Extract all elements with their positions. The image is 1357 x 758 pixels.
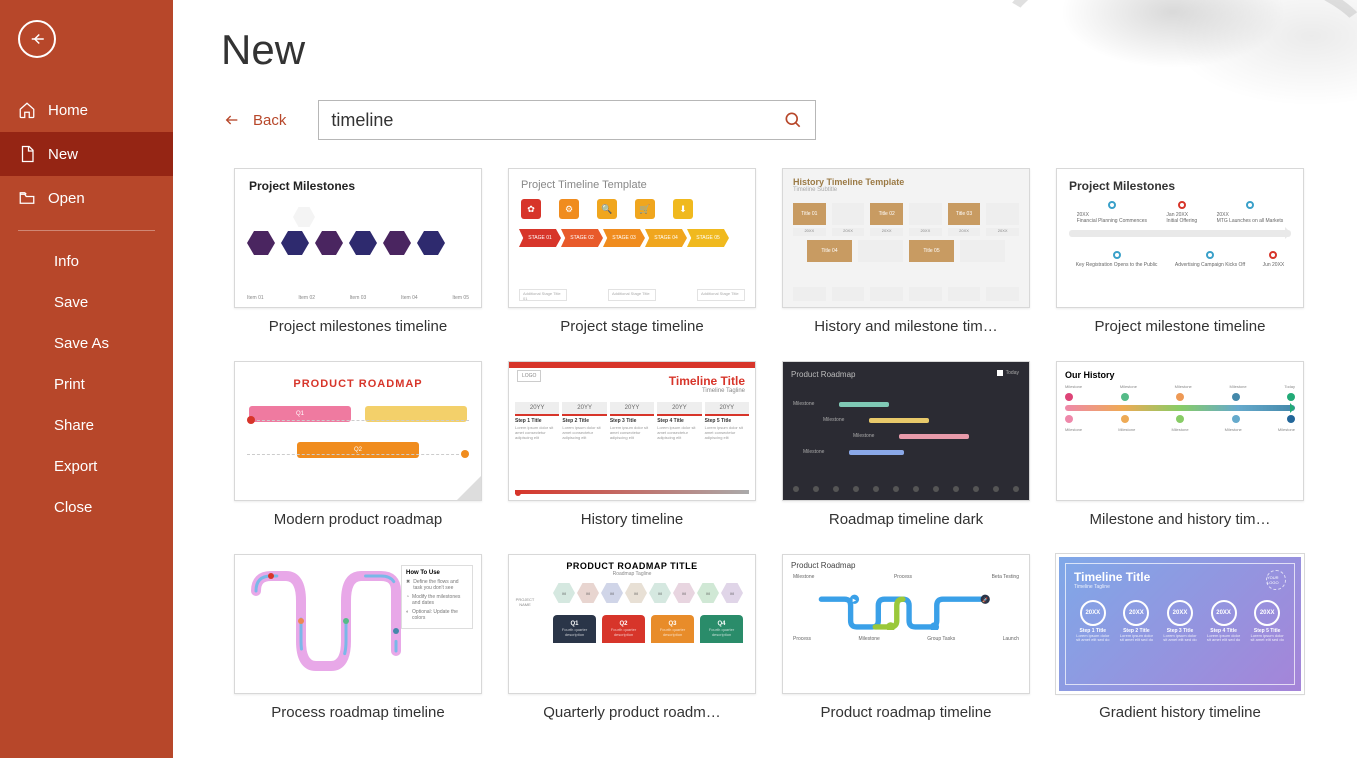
template-thumbnail: Timeline Title Timeline Tagline YOUR LOG… [1056, 554, 1304, 694]
template-caption: Roadmap timeline dark [769, 511, 1043, 528]
sidebar-item-save[interactable]: Save [0, 282, 173, 323]
template-thumbnail: LOGO Timeline TitleTimeline Tagline 20YY… [508, 361, 756, 501]
template-tile[interactable]: Project Milestones 20XXFinancial Plannin… [1043, 168, 1317, 335]
template-thumbnail: Product Roadmap MilestoneProcessBeta Tes… [782, 554, 1030, 694]
back-button[interactable] [18, 20, 56, 58]
template-tile[interactable]: Project Milestones Item 01Item 02Item 03… [221, 168, 495, 335]
search-icon[interactable] [783, 110, 803, 130]
sidebar-item-export[interactable]: Export [0, 446, 173, 487]
template-caption: Modern product roadmap [221, 511, 495, 528]
template-caption: Project milestones timeline [221, 318, 495, 335]
template-grid: Project Milestones Item 01Item 02Item 03… [221, 168, 1357, 740]
template-thumbnail: Project Timeline Template ✿ ⚙ 🔍 🛒 ⬇ STAG… [508, 168, 756, 308]
sidebar-item-info[interactable]: Info [0, 241, 173, 282]
template-thumbnail: Our History MilestoneMilestoneMilestoneM… [1056, 361, 1304, 501]
template-thumbnail: PRODUCT ROADMAP TITLE Roadmap Tagline PR… [508, 554, 756, 694]
sidebar-item-label: Open [48, 190, 85, 207]
template-caption: History and milestone tim… [769, 318, 1043, 335]
sidebar-item-print[interactable]: Print [0, 364, 173, 405]
template-caption: Gradient history timeline [1043, 704, 1317, 721]
template-tile[interactable]: Our History MilestoneMilestoneMilestoneM… [1043, 361, 1317, 528]
sidebar-divider [18, 230, 155, 231]
template-tile[interactable]: PRODUCT ROADMAP Q1 Q2 Modern product roa… [221, 361, 495, 528]
page-title: New [221, 26, 1357, 74]
template-caption: Milestone and history tim… [1043, 511, 1317, 528]
svg-text:▶: ▶ [853, 598, 857, 603]
hex-row [247, 231, 469, 255]
template-tile[interactable]: Timeline Title Timeline Tagline YOUR LOG… [1043, 554, 1317, 721]
back-link[interactable]: Back [221, 112, 286, 129]
template-search-input[interactable] [331, 110, 773, 131]
template-thumbnail: History Timeline Template Timeline Subti… [782, 168, 1030, 308]
folder-open-icon [18, 189, 36, 207]
sidebar-nav: Home New Open [0, 88, 173, 220]
sidebar-item-save-as[interactable]: Save As [0, 323, 173, 364]
thumb-title: Project Milestones [235, 169, 481, 193]
sidebar-secondary: Info Save Save As Print Share Export Clo… [0, 241, 173, 528]
template-thumbnail: PRODUCT ROADMAP Q1 Q2 [234, 361, 482, 501]
template-caption: History timeline [495, 511, 769, 528]
main-content: New Back Project Milestones Item 01Item … [173, 0, 1357, 758]
svg-text:🚀: 🚀 [982, 597, 988, 604]
template-tile[interactable]: Product Roadmap Today Milestone Mileston… [769, 361, 1043, 528]
template-caption: Project stage timeline [495, 318, 769, 335]
new-document-icon [18, 145, 36, 163]
template-thumbnail: How To Use ✖Define the flows and task yo… [234, 554, 482, 694]
sidebar-item-new[interactable]: New [0, 132, 173, 176]
template-caption: Process roadmap timeline [221, 704, 495, 721]
template-caption: Product roadmap timeline [769, 704, 1043, 721]
template-search-box[interactable] [318, 100, 816, 140]
template-tile[interactable]: History Timeline Template Timeline Subti… [769, 168, 1043, 335]
template-tile[interactable]: How To Use ✖Define the flows and task yo… [221, 554, 495, 721]
home-icon [18, 101, 36, 119]
back-link-label: Back [253, 112, 286, 129]
sidebar-item-open[interactable]: Open [0, 176, 173, 220]
sidebar-item-label: New [48, 146, 78, 163]
backstage-sidebar: Home New Open Info Save Save As Print Sh… [0, 0, 173, 758]
arrow-left-icon [221, 112, 243, 128]
template-caption: Quarterly product roadm… [495, 704, 769, 721]
sidebar-item-home[interactable]: Home [0, 88, 173, 132]
template-thumbnail: Project Milestones 20XXFinancial Plannin… [1056, 168, 1304, 308]
template-tile[interactable]: Project Timeline Template ✿ ⚙ 🔍 🛒 ⬇ STAG… [495, 168, 769, 335]
sidebar-item-share[interactable]: Share [0, 405, 173, 446]
sidebar-item-close[interactable]: Close [0, 487, 173, 528]
template-tile[interactable]: Product Roadmap MilestoneProcessBeta Tes… [769, 554, 1043, 721]
search-row: Back [221, 100, 1357, 140]
template-tile[interactable]: PRODUCT ROADMAP TITLE Roadmap Tagline PR… [495, 554, 769, 721]
template-thumbnail: Product Roadmap Today Milestone Mileston… [782, 361, 1030, 501]
template-thumbnail: Project Milestones Item 01Item 02Item 03… [234, 168, 482, 308]
template-caption: Project milestone timeline [1043, 318, 1317, 335]
sidebar-item-label: Home [48, 102, 88, 119]
template-tile[interactable]: LOGO Timeline TitleTimeline Tagline 20YY… [495, 361, 769, 528]
arrow-left-icon [28, 30, 46, 48]
